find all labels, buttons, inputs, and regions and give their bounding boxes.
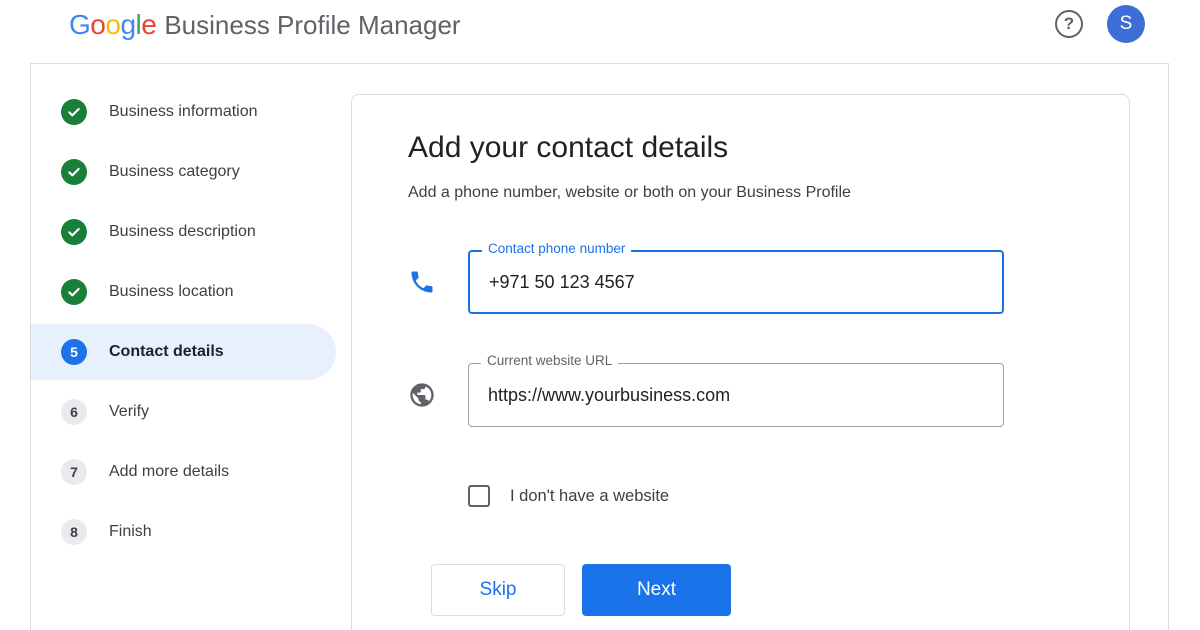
phone-icon — [411, 271, 433, 293]
step-label: Contact details — [109, 343, 224, 360]
sidebar-step-finish[interactable]: 8 Finish — [31, 502, 336, 562]
sidebar-step-business-information[interactable]: Business information — [31, 82, 336, 142]
step-number-badge: 5 — [61, 339, 87, 365]
step-label: Add more details — [109, 463, 230, 480]
phone-input[interactable] — [489, 252, 989, 312]
skip-button[interactable]: Skip — [431, 564, 565, 616]
step-label: Verify — [109, 403, 150, 420]
step-label: Business description — [109, 223, 256, 240]
globe-icon — [410, 383, 434, 407]
website-input[interactable] — [488, 364, 988, 426]
sidebar-step-business-location[interactable]: Business location — [31, 262, 336, 322]
step-number-badge: 6 — [61, 399, 87, 425]
check-circle-icon — [61, 99, 87, 125]
sidebar-step-verify[interactable]: 6 Verify — [31, 382, 336, 442]
check-circle-icon — [61, 279, 87, 305]
sidebar-step-add-more-details[interactable]: 7 Add more details — [31, 442, 336, 502]
website-field[interactable]: Current website URL — [468, 353, 1004, 427]
check-circle-icon — [61, 159, 87, 185]
brand: Google Business Profile Manager — [69, 9, 461, 41]
phone-field[interactable]: Contact phone number — [468, 241, 1004, 314]
avatar[interactable]: S — [1107, 5, 1145, 43]
google-logo: Google — [69, 9, 157, 40]
sidebar-step-contact-details[interactable]: 5 Contact details — [31, 324, 336, 380]
next-button[interactable]: Next — [582, 564, 731, 616]
product-name: Business Profile Manager — [164, 10, 461, 40]
sidebar-step-business-category[interactable]: Business category — [31, 142, 336, 202]
page-subtitle: Add a phone number, website or both on y… — [408, 184, 851, 201]
page-title: Add your contact details — [408, 131, 729, 164]
step-number-badge: 8 — [61, 519, 87, 545]
help-icon[interactable]: ? — [1055, 10, 1083, 38]
step-label: Business category — [109, 163, 240, 180]
no-website-label: I don't have a website — [510, 486, 670, 505]
no-website-option[interactable]: I don't have a website — [468, 485, 669, 507]
app-header: Google Business Profile Manager ? S — [30, 0, 1169, 64]
contact-details-card: Add your contact details Add a phone num… — [351, 94, 1130, 630]
no-website-checkbox[interactable] — [468, 485, 490, 507]
sidebar-step-business-description[interactable]: Business description — [31, 202, 336, 262]
step-label: Business information — [109, 103, 258, 120]
check-circle-icon — [61, 219, 87, 245]
step-number-badge: 7 — [61, 459, 87, 485]
steps-sidebar: Business information Business category B… — [31, 82, 336, 562]
step-label: Finish — [109, 523, 152, 540]
step-label: Business location — [109, 283, 234, 300]
